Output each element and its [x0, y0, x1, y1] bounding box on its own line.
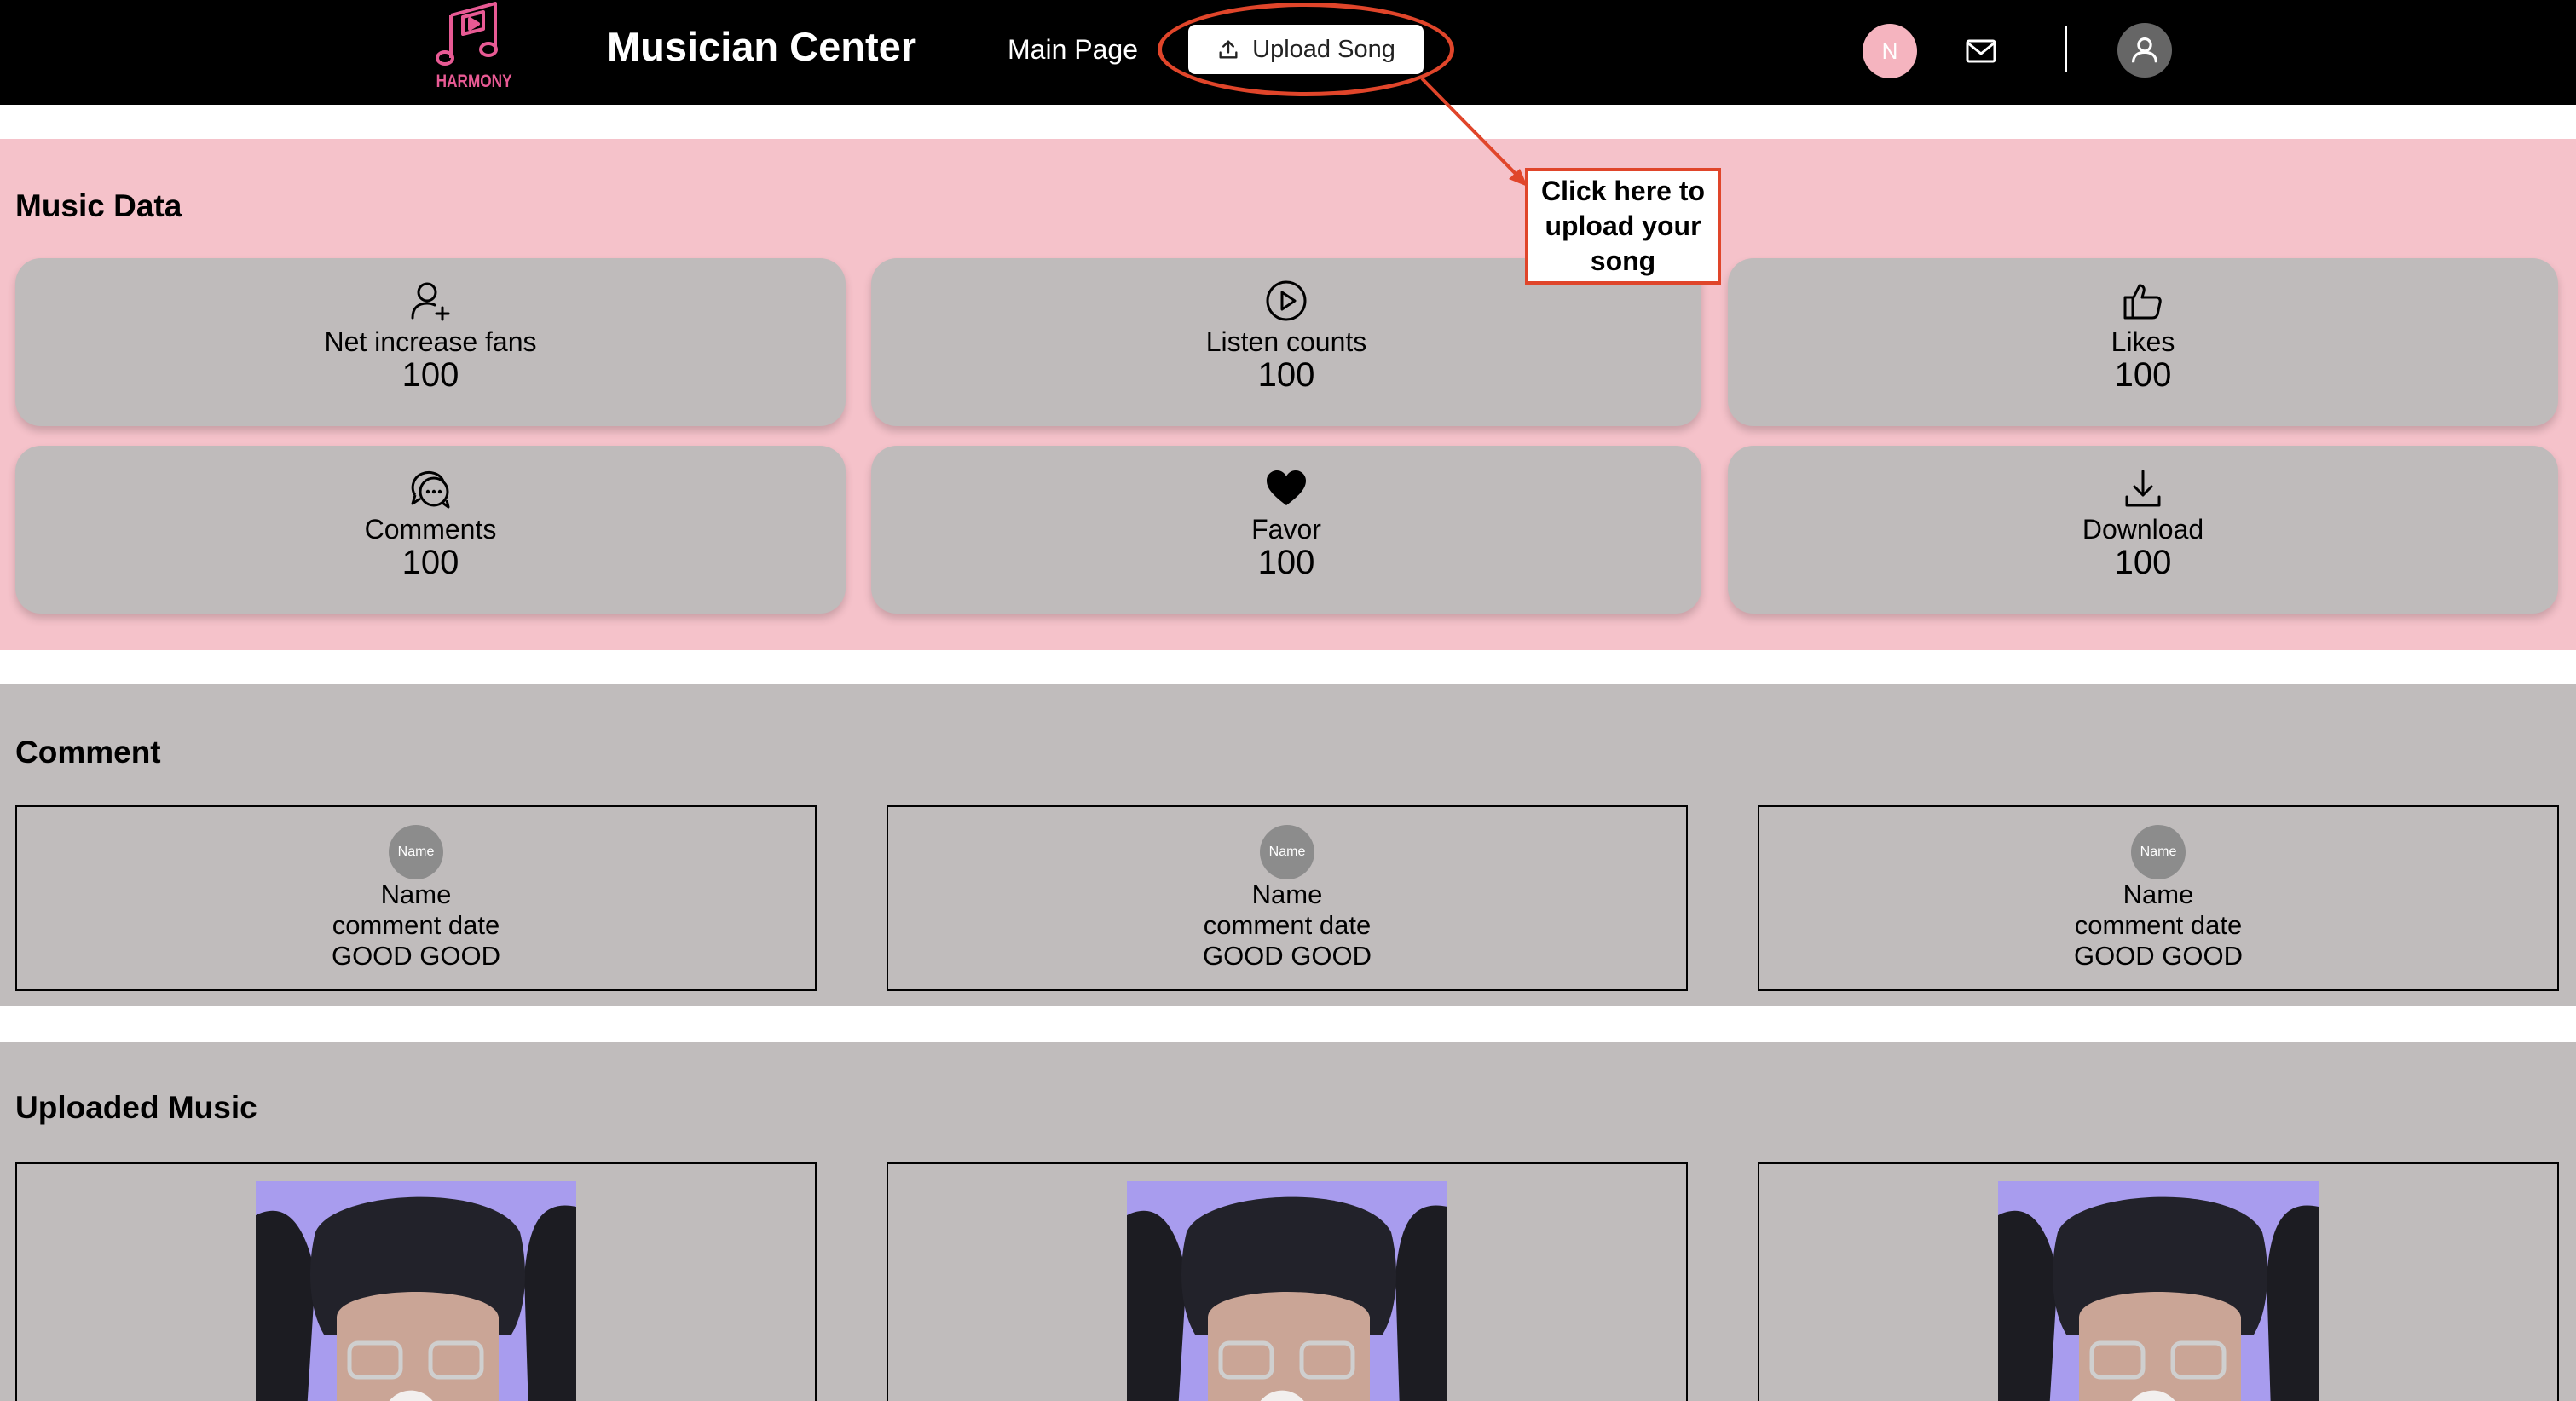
- app-title: Musician Center: [607, 24, 917, 69]
- comment-card: Name Name comment date GOOD GOOD: [1758, 805, 2559, 991]
- stat-card-comments[interactable]: Comments 100: [15, 446, 846, 614]
- thumbs-up-icon: [2123, 284, 2162, 320]
- stat-card-download[interactable]: Download 100: [1728, 446, 2558, 614]
- stat-value: 100: [2114, 544, 2172, 581]
- comment-title: Comment: [15, 735, 161, 770]
- stat-label: Download: [2082, 514, 2204, 545]
- uploaded-music-title: Uploaded Music: [15, 1090, 257, 1125]
- comment-card: Name Name comment date GOOD GOOD: [15, 805, 817, 991]
- stat-card-favor[interactable]: Favor 100: [871, 446, 1701, 614]
- song-cover-image[interactable]: [1127, 1181, 1447, 1401]
- callout-text: Click here to upload your song: [1540, 176, 1706, 276]
- nav-main-page-link[interactable]: Main Page: [1008, 34, 1138, 66]
- commenter-avatar[interactable]: Name: [2131, 825, 2186, 879]
- stat-value: 100: [1257, 544, 1315, 581]
- stat-label: Comments: [364, 514, 497, 545]
- comment-text: GOOD GOOD: [2073, 941, 2244, 971]
- comment-text: GOOD GOOD: [331, 941, 501, 971]
- upload-song-button[interactable]: Upload Song: [1188, 25, 1424, 74]
- user-icon: [2131, 37, 2158, 63]
- uploaded-song-card[interactable]: [15, 1162, 817, 1401]
- uploaded-song-card[interactable]: [1758, 1162, 2559, 1401]
- user-profile-button[interactable]: [2117, 23, 2172, 78]
- stat-card-net-increase-fans[interactable]: Net increase fans 100: [15, 258, 846, 426]
- stat-card-likes[interactable]: Likes 100: [1728, 258, 2558, 426]
- top-nav-bar: HARMONY Musician Center Main Page Upload…: [0, 0, 2576, 105]
- stat-value: 100: [401, 544, 459, 581]
- notification-avatar[interactable]: N: [1863, 24, 1917, 78]
- commenter-name: Name: [2123, 879, 2194, 909]
- heart-icon: [1267, 470, 1306, 505]
- mail-icon[interactable]: [1966, 37, 1996, 66]
- header-divider: [2065, 26, 2067, 72]
- stat-label: Favor: [1251, 514, 1321, 545]
- chat-bubbles-icon: [411, 470, 450, 509]
- song-cover-image[interactable]: [256, 1181, 576, 1401]
- commenter-name: Name: [380, 879, 452, 909]
- comment-date: comment date: [2074, 910, 2243, 940]
- upload-song-label: Upload Song: [1252, 35, 1395, 63]
- comment-date: comment date: [332, 910, 500, 940]
- download-icon: [2125, 470, 2161, 507]
- stat-value: 100: [2114, 356, 2172, 394]
- logo-wordmark: HARMONY: [436, 72, 512, 91]
- music-data-title: Music Data: [15, 188, 182, 223]
- harmony-logo[interactable]: HARMONY: [429, 0, 512, 101]
- user-plus-icon: [411, 282, 450, 321]
- comment-text: GOOD GOOD: [1202, 941, 1372, 971]
- commenter-avatar[interactable]: Name: [389, 825, 443, 879]
- play-circle-icon: [1266, 280, 1307, 321]
- stat-value: 100: [1257, 356, 1315, 394]
- stat-value: 100: [401, 356, 459, 394]
- stat-label: Listen counts: [1205, 326, 1367, 357]
- comment-date: comment date: [1203, 910, 1372, 940]
- upload-icon: [1219, 40, 1238, 59]
- song-cover-image[interactable]: [1998, 1181, 2319, 1401]
- stat-label: Likes: [2111, 326, 2175, 357]
- music-note-logo-icon: [436, 2, 498, 66]
- commenter-avatar[interactable]: Name: [1260, 825, 1314, 879]
- upload-callout-box: Click here to upload your song: [1525, 168, 1721, 285]
- commenter-name: Name: [1251, 879, 1323, 909]
- comment-card: Name Name comment date GOOD GOOD: [887, 805, 1688, 991]
- uploaded-song-card[interactable]: [887, 1162, 1688, 1401]
- stat-label: Net increase fans: [324, 326, 537, 357]
